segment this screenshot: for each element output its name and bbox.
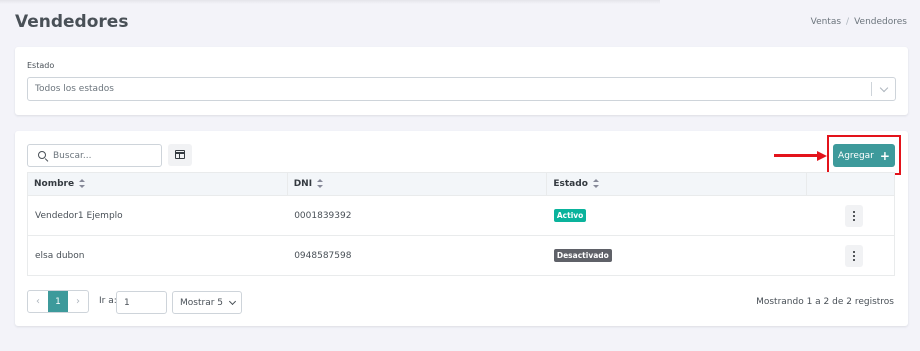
column-header-dni[interactable]: DNI	[286, 172, 548, 196]
page-size-value: Mostrar 5	[180, 297, 223, 308]
status-badge: Activo	[553, 209, 587, 222]
select-divider	[871, 82, 872, 96]
column-header-status[interactable]: Estado	[546, 172, 808, 196]
chevron-down-icon	[228, 297, 237, 305]
page-size-select[interactable]: Mostrar 5	[172, 291, 242, 314]
breadcrumb-item-vendedores: Vendedores	[854, 17, 907, 27]
sort-icon[interactable]	[592, 179, 599, 188]
breadcrumb-separator: /	[846, 17, 850, 27]
table-columns-icon	[175, 150, 185, 159]
kebab-dot	[852, 258, 855, 261]
status-filter-select[interactable]: Todos los estados	[27, 77, 896, 101]
table-row: elsa dubon 0948587598 Desactivado	[27, 235, 895, 276]
records-summary: Mostrando 1 a 2 de 2 registros	[756, 297, 894, 307]
annotation-arrow-shaft	[774, 154, 818, 157]
kebab-dot	[852, 210, 855, 213]
add-button-label: Agregar	[838, 150, 874, 161]
column-header-label: Estado	[553, 179, 588, 189]
filter-card: Estado Todos los estados	[15, 47, 908, 115]
kebab-dot	[852, 214, 855, 217]
search-box[interactable]	[27, 144, 162, 167]
cell-status: Desactivado	[546, 235, 807, 276]
cell-name: elsa dubon	[27, 235, 288, 276]
cell-dni: 0948587598	[287, 235, 547, 276]
status-badge: Desactivado	[553, 249, 612, 262]
cell-actions	[806, 235, 895, 276]
kebab-dot	[852, 218, 855, 221]
top-bar-shadow	[0, 0, 660, 4]
plus-icon: +	[879, 148, 890, 163]
status-filter-label: Estado	[27, 61, 55, 70]
annotation-arrow	[774, 151, 827, 161]
goto-page-label: Ir a:	[99, 296, 117, 306]
sort-icon[interactable]	[79, 179, 86, 188]
annotation-arrow-head	[817, 151, 827, 161]
breadcrumb-item-ventas[interactable]: Ventas	[811, 17, 841, 27]
kebab-dot	[852, 254, 855, 257]
column-toggle-button[interactable]	[168, 144, 192, 166]
sellers-table-card: Agregar + Nombre DNI Estado Vendedor1 Ej…	[15, 131, 908, 326]
cell-name: Vendedor1 Ejemplo	[27, 195, 288, 236]
sellers-table: Nombre DNI Estado Vendedor1 Ejemplo 0001…	[27, 172, 895, 276]
status-filter-value: Todos los estados	[35, 84, 114, 94]
cell-actions	[806, 195, 895, 236]
table-header-row: Nombre DNI Estado	[27, 172, 895, 196]
pagination-prev-button[interactable]: ‹	[28, 291, 48, 312]
breadcrumb: Ventas / Vendedores	[811, 17, 907, 27]
page-title: Vendedores	[15, 12, 129, 32]
cell-dni: 0001839392	[287, 195, 547, 236]
chevron-down-icon[interactable]	[879, 83, 889, 93]
pagination-page-1[interactable]: 1	[48, 291, 68, 312]
row-actions-button[interactable]	[844, 244, 863, 267]
column-header-name[interactable]: Nombre	[27, 172, 288, 196]
sort-icon[interactable]	[317, 179, 324, 188]
column-header-label: DNI	[293, 179, 313, 189]
search-icon	[38, 151, 46, 159]
column-header-actions	[806, 172, 895, 196]
row-actions-button[interactable]	[844, 204, 863, 227]
column-header-label: Nombre	[34, 179, 75, 189]
kebab-dot	[852, 250, 855, 253]
goto-page-input[interactable]	[116, 291, 167, 314]
search-input[interactable]	[53, 148, 153, 163]
pagination: ‹ 1 ›	[27, 290, 89, 313]
table-row: Vendedor1 Ejemplo 0001839392 Activo	[27, 195, 895, 236]
cell-status: Activo	[546, 195, 807, 236]
add-seller-button[interactable]: Agregar +	[833, 144, 895, 167]
pagination-next-button[interactable]: ›	[68, 291, 88, 312]
